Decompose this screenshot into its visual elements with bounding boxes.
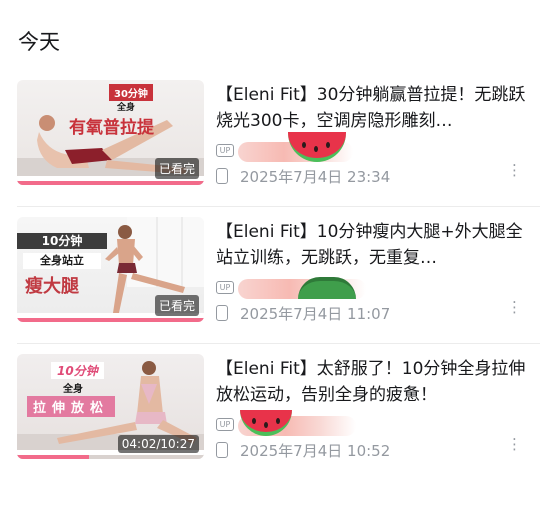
watch-time: 2025年7月4日 23:34 — [240, 168, 391, 186]
thumbnail-line1: 全身 — [63, 384, 83, 395]
thumbnail-tag: 10分钟 — [51, 362, 104, 379]
thumbnail-line2: 瘦大腿 — [25, 276, 79, 297]
history-item[interactable]: 30分钟 全身 有氧普拉提 已看完 【Eleni Fit】30分钟躺赢普拉提！无… — [0, 80, 540, 207]
divider — [17, 343, 540, 344]
more-icon[interactable]: ⋮ — [507, 300, 522, 322]
uploader-row[interactable]: UP — [216, 132, 416, 162]
progress-bar — [17, 181, 204, 185]
up-icon: UP — [216, 281, 234, 294]
phone-icon — [216, 168, 228, 184]
up-icon: UP — [216, 418, 234, 431]
watch-time: 2025年7月4日 11:07 — [240, 305, 391, 323]
video-thumbnail[interactable]: 30分钟 全身 有氧普拉提 已看完 — [17, 80, 204, 185]
thumbnail-line1: 全身 — [117, 103, 136, 113]
video-thumbnail[interactable]: 10分钟 全身站立 瘦大腿 已看完 — [17, 217, 204, 322]
section-title-today: 今天 — [18, 30, 60, 54]
history-item[interactable]: 10分钟 全身站立 瘦大腿 已看完 【Eleni Fit】10分钟瘦内大腿+外大… — [0, 217, 540, 344]
watched-badge: 已看完 — [154, 158, 199, 179]
video-title[interactable]: 【Eleni Fit】10分钟瘦内大腿+外大腿全站立训练，无跳跃，无重复… — [216, 219, 528, 271]
watched-badge: 已看完 — [154, 295, 199, 316]
video-thumbnail[interactable]: 10分钟 全身 拉伸放松 04:02/10:27 — [17, 354, 204, 459]
more-icon[interactable]: ⋮ — [507, 437, 522, 459]
watch-time: 2025年7月4日 10:52 — [240, 442, 391, 460]
thumbnail-line1: 全身站立 — [23, 253, 101, 269]
video-title[interactable]: 【Eleni Fit】太舒服了！10分钟全身拉伸放松运动，告别全身的疲惫！ — [216, 356, 528, 408]
up-icon: UP — [216, 144, 234, 157]
phone-icon — [216, 305, 228, 321]
divider — [17, 206, 540, 207]
thumbnail-line2: 拉伸放松 — [27, 396, 116, 417]
video-title[interactable]: 【Eleni Fit】30分钟躺赢普拉提！无跳跃烧光300卡，空调房隐形雕刻… — [216, 82, 528, 134]
uploader-row[interactable]: UP — [216, 277, 416, 299]
phone-icon — [216, 442, 228, 458]
thumbnail-tag: 30分钟 — [109, 84, 153, 101]
progress-bar — [17, 455, 89, 459]
more-icon[interactable]: ⋮ — [507, 163, 522, 185]
history-item[interactable]: 10分钟 全身 拉伸放松 04:02/10:27 【Eleni Fit】太舒服了… — [0, 354, 540, 470]
progress-bar — [17, 318, 204, 322]
thumbnail-line2: 有氧普拉提 — [69, 118, 154, 138]
progress-badge: 04:02/10:27 — [117, 435, 199, 453]
uploader-row[interactable]: UP — [216, 410, 416, 436]
thumbnail-tag: 10分钟 — [17, 233, 107, 249]
